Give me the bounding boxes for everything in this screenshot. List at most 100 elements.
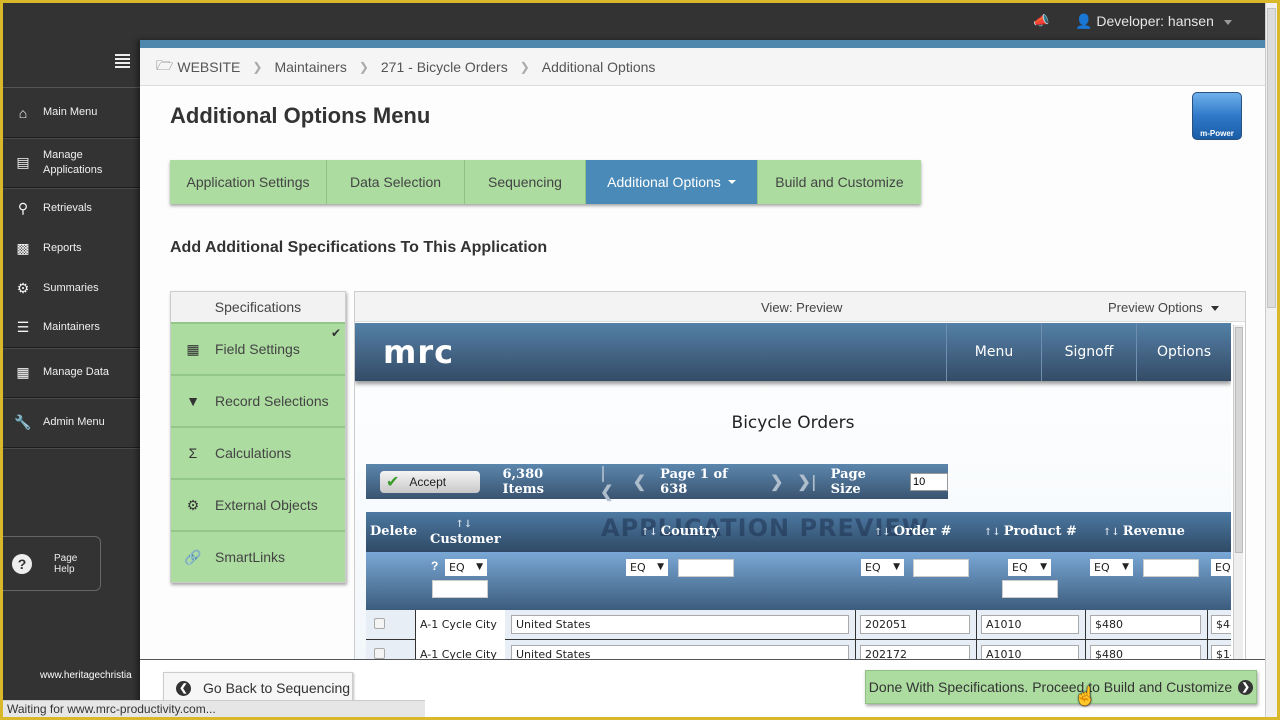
specifications-panel: Specifications ▦ Field Settings ✔ ▼ Reco… [170, 291, 346, 583]
preview-options-dropdown[interactable]: Preview Options [1108, 300, 1220, 315]
chevron-right-icon: ❯ [358, 59, 369, 74]
customer-filter-op[interactable]: EQ ▼ [445, 559, 487, 576]
product-cell[interactable]: A1010 [981, 615, 1079, 634]
country-cell[interactable]: United States [511, 615, 849, 634]
sidebar-item-retrievals[interactable]: ⚲ Retrievals [3, 188, 140, 228]
delete-checkbox[interactable] [374, 648, 385, 659]
op-value: EQ [1012, 561, 1028, 574]
sidebar-item-label: Retrievals [43, 201, 92, 214]
op-value: EQ [1215, 561, 1231, 574]
sidebar-item-manage-data[interactable]: ▦ Manage Data [3, 348, 140, 398]
bullhorn-icon[interactable]: 📣 [1033, 13, 1049, 29]
tab-application-settings[interactable]: Application Settings [170, 160, 327, 204]
spec-item-external-objects[interactable]: ⚙ External Objects [171, 478, 345, 530]
page-help-line1: Page [54, 552, 78, 564]
sidebar-item-main-menu[interactable]: ⌂ Main Menu [3, 88, 140, 138]
first-page-icon[interactable]: |❮ [600, 463, 619, 501]
col-product[interactable]: ↑↓ Product # [984, 524, 1077, 539]
page-help-line2: Help [54, 563, 75, 575]
nav-menu[interactable]: Menu [946, 323, 1041, 381]
tab-label: Build and Customize [775, 174, 904, 190]
col-country[interactable]: ↑↓ Country [641, 524, 719, 539]
order-filter-input[interactable] [913, 559, 969, 577]
dropdown-arrow-icon: ▼ [476, 562, 483, 572]
spec-item-smartlinks[interactable]: 🔗 SmartLinks [171, 530, 345, 582]
nav-options[interactable]: Options [1136, 323, 1231, 381]
checkmark-icon: ✔ [330, 326, 341, 340]
tab-additional-options[interactable]: Additional Options [586, 160, 758, 204]
user-icon: 👤 [1075, 13, 1093, 29]
delete-checkbox[interactable] [374, 618, 385, 629]
order-filter-op[interactable]: EQ ▼ [861, 559, 904, 576]
sidebar-item-maintainers[interactable]: ☰ Maintainers [3, 308, 140, 348]
sort-arrows-icon: ↑↓ [984, 527, 1001, 538]
page-scrollbar[interactable] [1265, 3, 1277, 717]
page-size-input[interactable] [910, 472, 948, 491]
col-order[interactable]: ↑↓ Order # [874, 524, 952, 539]
spec-item-record-selections[interactable]: ▼ Record Selections [171, 374, 345, 426]
revenue-filter-input[interactable] [1143, 559, 1199, 577]
tab-data-selection[interactable]: Data Selection [327, 160, 465, 204]
sidebar-item-summaries[interactable]: ⚙ Summaries [3, 268, 140, 308]
hamburger-menu-icon[interactable] [115, 54, 130, 68]
list-icon: ▤ [16, 154, 30, 170]
dropdown-arrow-icon: ▼ [657, 562, 664, 572]
nav-signoff[interactable]: Signoff [1041, 323, 1136, 381]
tab-sequencing[interactable]: Sequencing [465, 160, 586, 204]
app-title: Bicycle Orders [731, 413, 855, 433]
sort-arrows-icon: ↑↓ [455, 519, 473, 530]
filter-icon: ▼ [186, 393, 200, 409]
chevron-down-icon [1223, 19, 1232, 25]
breadcrumb-maintainers[interactable]: Maintainers [274, 59, 346, 75]
scrollbar-thumb[interactable] [1267, 8, 1276, 308]
sidebar-item-label: Reports [43, 241, 82, 254]
column-divider [1207, 610, 1208, 640]
product-filter-op[interactable]: EQ ▼ [1008, 559, 1051, 576]
gear-icon: ⚙ [16, 279, 30, 296]
page-help-button[interactable]: ? Page Help [3, 536, 101, 591]
col-label: Product # [1003, 524, 1077, 539]
user-menu[interactable]: 👤 Developer: hansen [1075, 13, 1232, 30]
sidebar-item-reports[interactable]: ▩ Reports [3, 228, 140, 268]
spec-item-label: Field Settings [215, 341, 300, 357]
table-row: A-1 Cycle City United States 202051 A101… [366, 610, 1231, 640]
product-filter-input[interactable] [1002, 580, 1058, 598]
accept-button[interactable]: ✔ Accept [380, 470, 481, 493]
column-divider [976, 610, 977, 640]
spec-item-label: External Objects [215, 497, 318, 513]
extra-filter-op[interactable]: EQ [1211, 559, 1231, 576]
breadcrumb-application[interactable]: 271 - Bicycle Orders [381, 59, 508, 75]
tab-build-and-customize[interactable]: Build and Customize [758, 160, 921, 204]
col-delete: Delete [370, 524, 418, 539]
breadcrumb-website[interactable]: WEBSITE [177, 59, 240, 75]
sigma-icon: Σ [188, 445, 198, 461]
preview-scrollbar[interactable] [1233, 325, 1243, 662]
extra-cell[interactable]: $48 [1211, 615, 1231, 634]
col-label: Country [660, 524, 720, 539]
top-bar: 📣 👤 Developer: hansen [3, 3, 1265, 40]
customer-filter-input[interactable] [432, 580, 488, 598]
col-revenue[interactable]: ↑↓ Revenue [1103, 524, 1185, 539]
order-cell[interactable]: 202051 [860, 615, 970, 634]
sidebar-item-label: Manage Data [43, 366, 110, 378]
chevron-down-icon [1211, 306, 1220, 312]
country-filter-input[interactable] [678, 559, 734, 577]
country-filter-op[interactable]: EQ ▼ [626, 559, 668, 576]
col-customer[interactable]: ↑↓ Customer [430, 516, 501, 547]
chevron-right-icon: ❯ [252, 59, 263, 74]
revenue-cell[interactable]: $480 [1090, 615, 1201, 634]
spec-item-label: Calculations [215, 445, 292, 461]
spec-item-field-settings[interactable]: ▦ Field Settings ✔ [171, 322, 345, 374]
next-page-icon[interactable]: ❯ [770, 472, 783, 491]
revenue-filter-op[interactable]: EQ ▼ [1090, 559, 1133, 576]
spec-item-calculations[interactable]: Σ Calculations [171, 426, 345, 478]
help-mark[interactable]: ? [431, 559, 438, 573]
scrollbar-thumb[interactable] [1235, 327, 1243, 553]
tab-label: Data Selection [349, 174, 442, 190]
sidebar-item-label: Main Menu [43, 106, 98, 118]
done-proceed-button[interactable]: Done With Specifications. Proceed to Bui… [865, 670, 1257, 704]
prev-page-icon[interactable]: ❮ [633, 472, 646, 491]
sidebar-item-admin-menu[interactable]: 🔧 Admin Menu [3, 398, 140, 448]
sidebar-item-manage-applications[interactable]: ▤ Manage Applications [3, 138, 140, 188]
last-page-icon[interactable]: ❯| [797, 472, 816, 491]
